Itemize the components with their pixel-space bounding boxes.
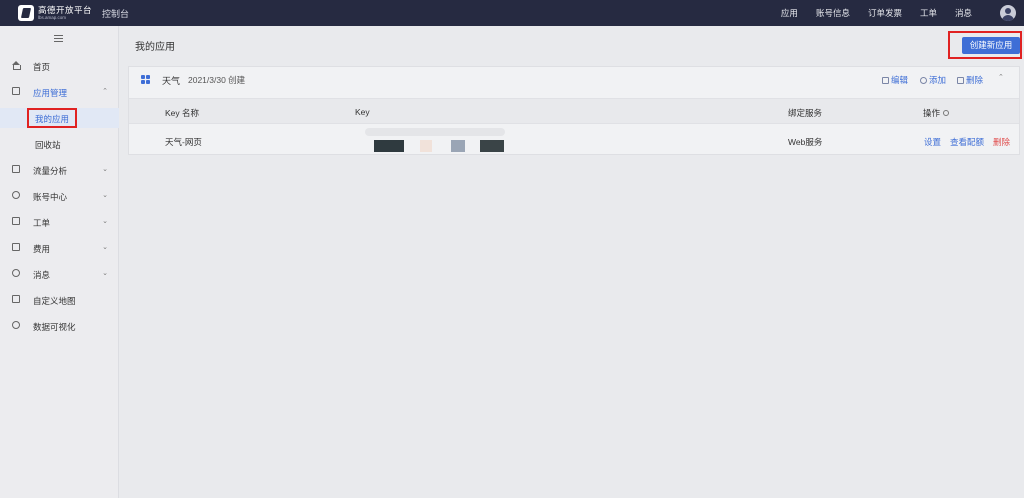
redacted-key-value	[355, 125, 510, 153]
top-navbar: 高德开放平台 lbs.amap.com 控制台 应用 账号信息 订单发票 工单 …	[0, 0, 1024, 26]
nav-orders-invoices[interactable]: 订单发票	[868, 7, 902, 19]
user-icon	[12, 191, 20, 199]
chart-icon	[12, 165, 20, 173]
billing-icon	[12, 243, 20, 251]
sidebar-item-recycle-bin[interactable]: 回收站	[0, 134, 119, 154]
service-cell: Web服务	[788, 137, 823, 147]
nav-messages[interactable]: 消息	[955, 7, 972, 19]
logo-subtitle: lbs.amap.com	[38, 14, 67, 20]
ticket-icon	[12, 217, 20, 225]
annotation-highlight-create-app	[948, 31, 1022, 59]
top-nav: 应用 账号信息 订单发票 工单 消息	[763, 0, 972, 26]
sidebar-item-app-management[interactable]: 应用管理 ⌃	[0, 82, 119, 102]
page-title: 我的应用	[135, 42, 175, 53]
column-header-key: Key	[355, 107, 370, 117]
trash-icon	[957, 77, 964, 84]
app-card-header: 天气 2021/3/30 创建 编辑 添加 删除 ⌃	[129, 67, 1019, 93]
chevron-down-icon: ⌄	[102, 218, 108, 225]
annotation-highlight-my-apps	[27, 108, 77, 128]
sidebar-item-label: 消息	[33, 270, 51, 280]
sidebar-item-label: 账号中心	[33, 192, 68, 202]
sidebar-item-label: 费用	[33, 244, 51, 254]
app-created-date: 2021/3/30 创建	[188, 75, 246, 85]
logo-title: 高德开放平台	[38, 5, 93, 15]
app-card: 天气 2021/3/30 创建 编辑 添加 删除 ⌃ Key 名称 Key 绑定…	[128, 66, 1020, 155]
delete-key-link[interactable]: 删除	[993, 136, 1010, 148]
app-grid-icon	[141, 75, 150, 84]
amap-logo-icon	[18, 5, 34, 21]
sidebar-item-tickets[interactable]: 工单 ⌄	[0, 212, 119, 232]
column-header-service: 绑定服务	[788, 108, 823, 118]
app-name: 天气	[162, 76, 181, 86]
table-row: 天气-网页 Web服务 设置 查看配额 删除	[129, 125, 1019, 154]
table-header: Key 名称 Key 绑定服务 操作	[129, 98, 1019, 124]
nav-tickets[interactable]: 工单	[920, 7, 937, 19]
info-icon	[943, 110, 950, 116]
sidebar: 首页 应用管理 ⌃ 我的应用 回收站 流量分析 ⌄ 账号中心 ⌄ 工单 ⌄ 费用…	[0, 26, 119, 498]
sidebar-item-custom-map[interactable]: 自定义地图	[0, 290, 119, 310]
column-header-key-name: Key 名称	[165, 108, 200, 118]
add-icon	[920, 77, 927, 84]
map-icon	[12, 295, 20, 303]
sidebar-item-data-visualization[interactable]: 数据可视化	[0, 316, 119, 336]
home-icon	[12, 61, 21, 70]
chevron-down-icon: ⌄	[102, 244, 108, 251]
key-settings-link[interactable]: 设置	[924, 136, 941, 148]
key-name-cell: 天气-网页	[165, 137, 202, 147]
chevron-up-icon[interactable]: ⌃	[998, 73, 1004, 81]
sidebar-item-billing[interactable]: 费用 ⌄	[0, 238, 119, 258]
sidebar-item-label: 首页	[33, 62, 51, 72]
chevron-up-icon: ⌃	[102, 88, 108, 95]
edit-icon	[882, 77, 889, 84]
sidebar-item-traffic-analysis[interactable]: 流量分析 ⌄	[0, 160, 119, 180]
console-link[interactable]: 控制台	[102, 7, 129, 20]
avatar[interactable]	[1000, 5, 1016, 21]
view-quota-link[interactable]: 查看配额	[950, 136, 984, 148]
chevron-down-icon: ⌄	[102, 192, 108, 199]
sidebar-item-messages[interactable]: 消息 ⌄	[0, 264, 119, 284]
delete-app-button[interactable]: 删除	[957, 74, 983, 86]
chevron-down-icon: ⌄	[102, 270, 108, 277]
sidebar-item-label: 工单	[33, 218, 51, 228]
chevron-down-icon: ⌄	[102, 166, 108, 173]
column-header-operations: 操作	[923, 107, 950, 119]
visualization-icon	[12, 321, 20, 329]
sidebar-item-label: 自定义地图	[33, 296, 76, 306]
menu-toggle-icon[interactable]	[54, 35, 63, 42]
add-key-button[interactable]: 添加	[920, 74, 946, 86]
sidebar-item-label: 应用管理	[33, 88, 68, 98]
logo[interactable]: 高德开放平台 lbs.amap.com	[18, 4, 92, 22]
grid-icon	[12, 87, 20, 95]
sidebar-item-home[interactable]: 首页	[0, 56, 119, 76]
sidebar-item-account-center[interactable]: 账号中心 ⌄	[0, 186, 119, 206]
nav-account-info[interactable]: 账号信息	[816, 7, 850, 19]
edit-app-button[interactable]: 编辑	[882, 74, 908, 86]
nav-apps[interactable]: 应用	[781, 7, 798, 19]
sidebar-item-label: 回收站	[35, 140, 61, 150]
message-icon	[12, 269, 20, 277]
sidebar-item-label: 流量分析	[33, 166, 68, 176]
sidebar-item-label: 数据可视化	[33, 322, 76, 332]
